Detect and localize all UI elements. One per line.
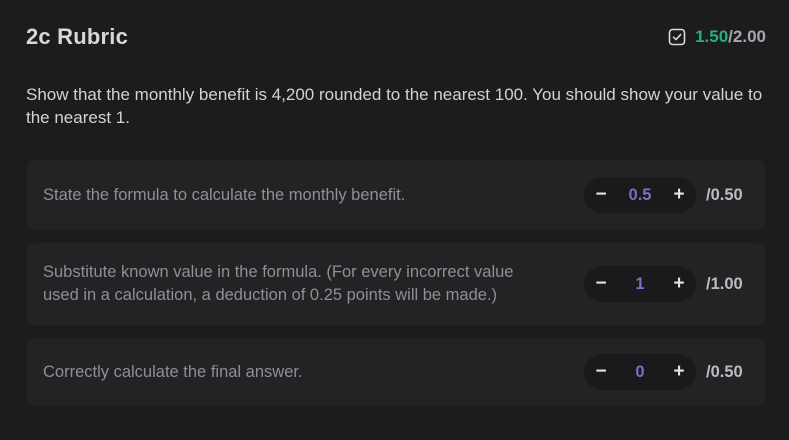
- criterion-controls: − 1 + /1.00: [584, 266, 748, 302]
- criterion-text: State the formula to calculate the month…: [43, 185, 406, 204]
- criterion-text: Substitute known value in the formula. (…: [43, 263, 514, 304]
- points-value[interactable]: 1: [608, 275, 672, 294]
- decrement-button[interactable]: −: [594, 354, 608, 390]
- max-points: /1.00: [706, 274, 743, 293]
- points-value[interactable]: 0.5: [608, 186, 672, 205]
- criterion-row: Substitute known value in the formula. (…: [26, 243, 766, 325]
- score-earned: 1.50: [695, 27, 729, 46]
- increment-button[interactable]: +: [672, 354, 686, 390]
- points-stepper: − 1 +: [584, 266, 696, 302]
- max-points: /0.50: [706, 185, 743, 204]
- decrement-button[interactable]: −: [594, 266, 608, 302]
- rubric-panel: 2c Rubric 1.50/2.00 Show that the monthl…: [0, 0, 789, 440]
- criterion-controls: − 0 + /0.50: [584, 354, 748, 390]
- checkbox-checked-icon: [668, 28, 686, 46]
- decrement-button[interactable]: −: [594, 177, 608, 213]
- points-stepper: − 0.5 +: [584, 177, 696, 213]
- score-total: 2.00: [732, 27, 766, 46]
- criterion-text: Correctly calculate the final answer.: [43, 362, 303, 381]
- criterion-row: Correctly calculate the final answer. − …: [26, 338, 766, 406]
- question-text: Show that the monthly benefit is 4,200 r…: [26, 85, 763, 127]
- criterion-row: State the formula to calculate the month…: [26, 160, 766, 230]
- max-points: /0.50: [706, 362, 743, 381]
- rubric-header: 2c Rubric 1.50/2.00: [26, 24, 766, 50]
- increment-button[interactable]: +: [672, 266, 686, 302]
- total-score: 1.50/2.00: [668, 27, 766, 47]
- points-stepper: − 0 +: [584, 354, 696, 390]
- criterion-controls: − 0.5 + /0.50: [584, 177, 748, 213]
- increment-button[interactable]: +: [672, 177, 686, 213]
- points-value[interactable]: 0: [608, 363, 672, 382]
- rubric-title: 2c Rubric: [26, 24, 129, 49]
